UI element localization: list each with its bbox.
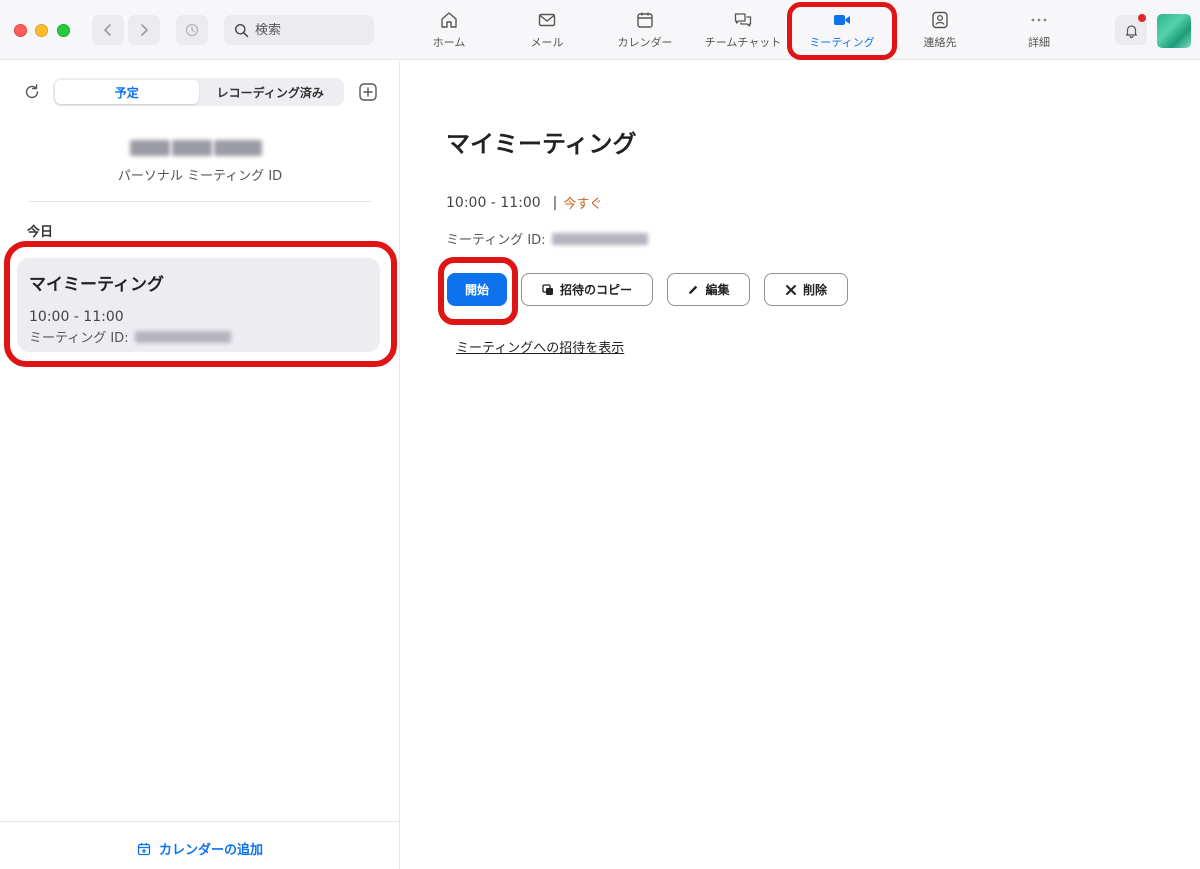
divider xyxy=(0,821,400,822)
add-calendar-label: カレンダーの追加 xyxy=(158,843,263,858)
notification-badge xyxy=(1138,14,1146,22)
meeting-id-value-redacted xyxy=(551,232,648,245)
tab-more[interactable]: 詳細 xyxy=(994,10,1084,54)
tab-label: 詳細 xyxy=(1028,36,1050,49)
edit-label: 編集 xyxy=(705,283,730,297)
tab-calendar[interactable]: カレンダー xyxy=(600,10,690,54)
meeting-id-row: ミーティング ID: xyxy=(446,229,648,248)
delete-label: 削除 xyxy=(802,283,827,297)
chevron-right-icon xyxy=(141,24,148,36)
tab-label: メール xyxy=(530,36,564,49)
copy-invitation-label: 招待のコピー xyxy=(559,283,632,297)
time-separator: | xyxy=(552,194,558,211)
meeting-title: マイミーティング xyxy=(446,130,637,158)
meeting-status-now: 今すぐ xyxy=(563,197,603,212)
tab-label: 連絡先 xyxy=(923,36,957,49)
tab-mail[interactable]: メール xyxy=(502,10,592,54)
home-icon xyxy=(441,12,457,28)
history-icon xyxy=(185,23,199,37)
show-invitation-link[interactable]: ミーティングへの招待を表示 xyxy=(456,337,624,356)
chat-icon xyxy=(734,13,752,27)
top-bar: ホーム メール カレンダー チームチャット ミーティング 連絡先 詳細 xyxy=(0,0,1200,60)
tab-contacts[interactable]: 連絡先 xyxy=(895,10,985,54)
segment-recorded[interactable]: レコーディング済み xyxy=(199,80,343,104)
calendar-add-icon xyxy=(137,842,151,855)
search-input[interactable] xyxy=(255,22,360,38)
copy-invitation-button[interactable]: 招待のコピー xyxy=(521,273,653,306)
back-button[interactable] xyxy=(92,15,124,45)
history-button[interactable] xyxy=(176,15,208,45)
add-meeting-icon[interactable] xyxy=(358,82,378,102)
forward-button[interactable] xyxy=(128,15,160,45)
meeting-id-label: ミーティング ID: xyxy=(446,233,546,248)
meeting-time-row: 10:00 - 11:00 | 今すぐ xyxy=(446,193,603,213)
avatar[interactable] xyxy=(1157,14,1191,48)
pencil-icon xyxy=(689,285,698,294)
window-close-button[interactable] xyxy=(14,24,27,37)
meeting-time: 10:00 - 11:00 xyxy=(446,194,541,211)
window-minimize-button[interactable] xyxy=(35,24,48,37)
copy-icon xyxy=(542,283,553,295)
tab-label: チームチャット xyxy=(704,36,782,49)
highlight-annotation-meetings-tab xyxy=(787,2,897,60)
tab-home[interactable]: ホーム xyxy=(404,10,494,54)
highlight-annotation-meeting-card xyxy=(4,241,397,367)
mail-icon xyxy=(538,13,556,27)
more-icon xyxy=(1031,18,1047,22)
search-icon xyxy=(235,23,249,37)
meetings-segmented-control: 予定 レコーディング済み xyxy=(53,78,344,106)
close-icon xyxy=(785,284,796,295)
edit-meeting-button[interactable]: 編集 xyxy=(667,273,750,306)
segment-upcoming[interactable]: 予定 xyxy=(55,80,199,104)
calendar-icon xyxy=(637,12,653,28)
personal-meeting-id-value-redacted xyxy=(130,140,268,160)
personal-meeting-id-label: パーソナル ミーティング ID xyxy=(117,169,283,184)
meeting-detail-panel: マイミーティング 10:00 - 11:00 | 今すぐ ミーティング ID: … xyxy=(401,61,1200,869)
meetings-sidebar: 予定 レコーディング済み パーソナル ミーティング ID 今日 マイミーティング… xyxy=(0,61,400,869)
bell-icon xyxy=(1125,24,1137,38)
refresh-icon[interactable] xyxy=(22,82,42,102)
section-today-heading: 今日 xyxy=(27,225,54,240)
divider xyxy=(28,201,372,202)
add-calendar-button[interactable]: カレンダーの追加 xyxy=(0,839,400,858)
tab-label: ホーム xyxy=(432,36,466,49)
search-box[interactable] xyxy=(224,15,374,45)
tab-label: カレンダー xyxy=(617,36,673,49)
chevron-left-icon xyxy=(104,24,111,36)
window-maximize-button[interactable] xyxy=(57,24,70,37)
highlight-annotation-start-button xyxy=(438,257,518,325)
tab-team-chat[interactable]: チームチャット xyxy=(698,10,788,54)
delete-meeting-button[interactable]: 削除 xyxy=(764,273,848,306)
contacts-icon xyxy=(932,11,948,29)
